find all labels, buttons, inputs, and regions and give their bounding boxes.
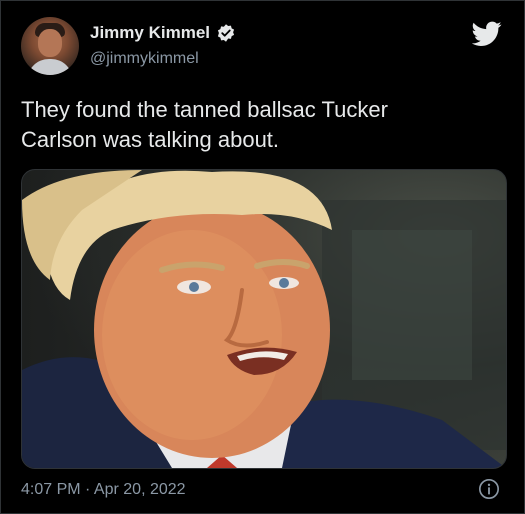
info-icon[interactable]: [478, 478, 500, 500]
author-name[interactable]: Jimmy Kimmel: [90, 23, 210, 43]
twitter-bird-icon[interactable]: [472, 21, 502, 47]
avatar[interactable]: [21, 17, 79, 75]
avatar-face: [38, 29, 62, 57]
tweet-text: They found the tanned ballsac Tucker Car…: [21, 97, 388, 152]
author-handle[interactable]: @jimmykimmel: [90, 50, 199, 68]
tweet-timestamp[interactable]: 4:07 PM · Apr 20, 2022: [21, 481, 186, 499]
verified-badge-icon: [217, 24, 235, 42]
tweet-card: Jimmy Kimmel @jimmykimmel They found the…: [0, 0, 525, 514]
avatar-shirt: [27, 59, 73, 75]
photo-illustration: [22, 170, 506, 468]
author-name-row: Jimmy Kimmel: [90, 23, 236, 43]
tweet-photo[interactable]: [21, 169, 507, 469]
